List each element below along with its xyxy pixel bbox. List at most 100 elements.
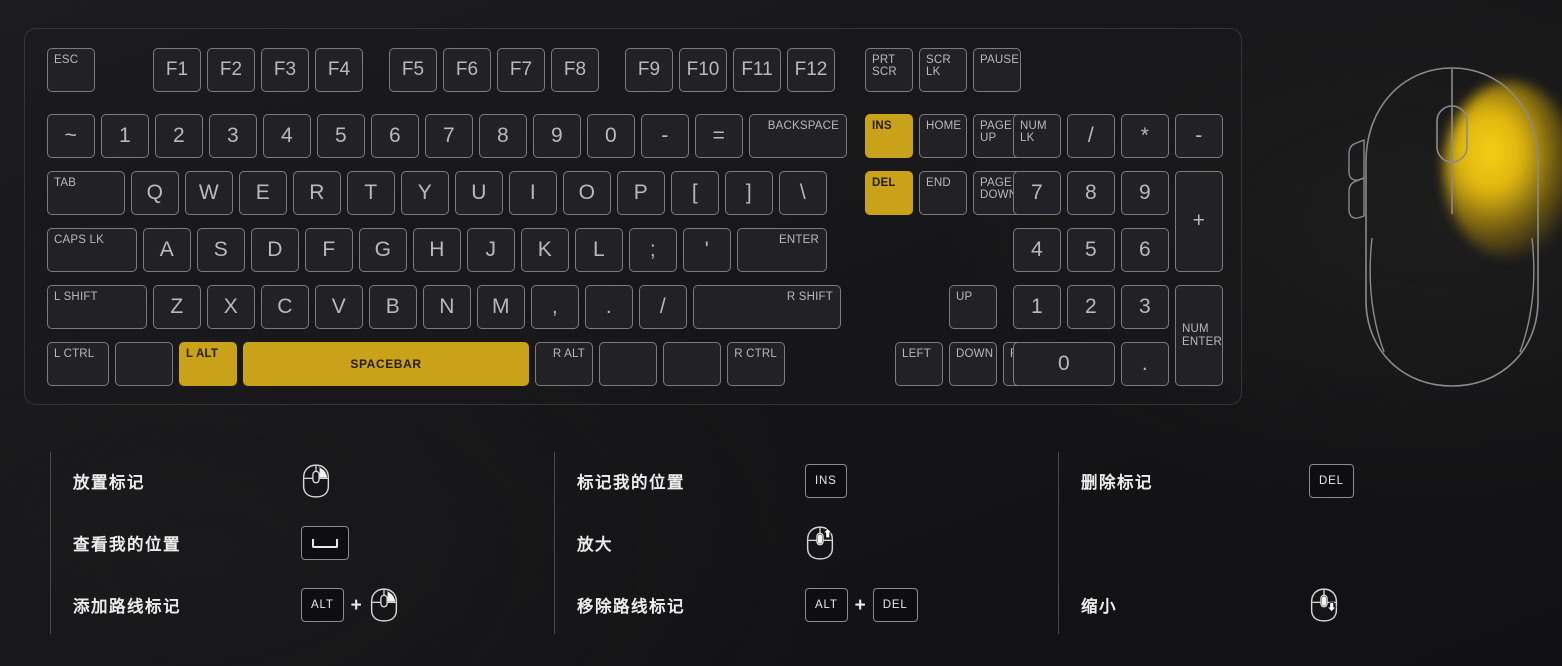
key-numpad-9[interactable]: 9 <box>1121 171 1169 215</box>
key-f[interactable]: F <box>305 228 353 272</box>
key-0[interactable]: 0 <box>587 114 635 158</box>
key-u[interactable]: U <box>455 171 503 215</box>
key-1[interactable]: 1 <box>101 114 149 158</box>
key-i[interactable]: I <box>509 171 557 215</box>
key-fn-right[interactable] <box>599 342 657 386</box>
mouse-scroll-down-icon[interactable] <box>1309 587 1339 623</box>
key-b[interactable]: B <box>369 285 417 329</box>
key-left[interactable]: LEFT <box>895 342 943 386</box>
key-3[interactable]: 3 <box>209 114 257 158</box>
key-del[interactable]: DEL <box>865 171 913 215</box>
key-numpad-3[interactable]: 3 <box>1121 285 1169 329</box>
key-numpad-decimal[interactable]: . <box>1121 342 1169 386</box>
key-r-ctrl[interactable]: R CTRL <box>727 342 785 386</box>
mouse-right-click-icon[interactable] <box>369 587 399 623</box>
key-l[interactable]: L <box>575 228 623 272</box>
key-f10[interactable]: F10 <box>679 48 727 92</box>
key-caps-lk[interactable]: CAPS LK <box>47 228 137 272</box>
key-f12[interactable]: F12 <box>787 48 835 92</box>
key-blank-11[interactable]: - <box>641 114 689 158</box>
key-num-lk[interactable]: NUM LK <box>1013 114 1061 158</box>
key-f3[interactable]: F3 <box>261 48 309 92</box>
key-r-shift[interactable]: R SHIFT <box>693 285 841 329</box>
key-f2[interactable]: F2 <box>207 48 255 92</box>
key-blank-10[interactable]: / <box>639 285 687 329</box>
legend-key-badge[interactable]: ALT <box>805 588 848 622</box>
key-g[interactable]: G <box>359 228 407 272</box>
key-f1[interactable]: F1 <box>153 48 201 92</box>
key-blank-9[interactable]: . <box>585 285 633 329</box>
key-down[interactable]: DOWN <box>949 342 997 386</box>
key-y[interactable]: Y <box>401 171 449 215</box>
key-numpad-2[interactable]: 2 <box>1067 285 1115 329</box>
key-blank-13[interactable]: \ <box>779 171 827 215</box>
key-blank-8[interactable]: , <box>531 285 579 329</box>
key-numpad-5[interactable]: 5 <box>1067 228 1115 272</box>
key-backspace[interactable]: BACKSPACE <box>749 114 847 158</box>
mouse-scroll-up-icon[interactable] <box>805 525 835 561</box>
key-numpad-minus[interactable]: - <box>1175 114 1223 158</box>
key-n[interactable]: N <box>423 285 471 329</box>
key-2[interactable]: 2 <box>155 114 203 158</box>
key-esc[interactable]: ESC <box>47 48 95 92</box>
key-k[interactable]: K <box>521 228 569 272</box>
key-f11[interactable]: F11 <box>733 48 781 92</box>
key-6[interactable]: 6 <box>371 114 419 158</box>
key-f9[interactable]: F9 <box>625 48 673 92</box>
key-numpad-plus[interactable]: + <box>1175 171 1223 272</box>
key-r[interactable]: R <box>293 171 341 215</box>
key-numpad-divide[interactable]: / <box>1067 114 1115 158</box>
key-up[interactable]: UP <box>949 285 997 329</box>
key-f8[interactable]: F8 <box>551 48 599 92</box>
key-numpad-7[interactable]: 7 <box>1013 171 1061 215</box>
key-w[interactable]: W <box>185 171 233 215</box>
key-ins[interactable]: INS <box>865 114 913 158</box>
key-blank-11[interactable]: ' <box>683 228 731 272</box>
key-l-shift[interactable]: L SHIFT <box>47 285 147 329</box>
key-s[interactable]: S <box>197 228 245 272</box>
legend-key-badge[interactable]: DEL <box>1309 464 1354 498</box>
key-blank-12[interactable]: ] <box>725 171 773 215</box>
key-scr-lk[interactable]: SCR LK <box>919 48 967 92</box>
key-5[interactable]: 5 <box>317 114 365 158</box>
key-o[interactable]: O <box>563 171 611 215</box>
key-numpad-4[interactable]: 4 <box>1013 228 1061 272</box>
key-e[interactable]: E <box>239 171 287 215</box>
key-m[interactable]: M <box>477 285 525 329</box>
key-blank-12[interactable]: = <box>695 114 743 158</box>
legend-key-badge[interactable]: DEL <box>872 588 918 622</box>
key-enter[interactable]: ENTER <box>737 228 827 272</box>
key-home[interactable]: HOME <box>919 114 967 158</box>
key-h[interactable]: H <box>413 228 461 272</box>
key-numpad-multiply[interactable]: * <box>1121 114 1169 158</box>
key-menu-right[interactable] <box>663 342 721 386</box>
key-t[interactable]: T <box>347 171 395 215</box>
key-blank-0[interactable]: ~ <box>47 114 95 158</box>
key-blank-10[interactable]: ; <box>629 228 677 272</box>
key-a[interactable]: A <box>143 228 191 272</box>
key-9[interactable]: 9 <box>533 114 581 158</box>
key-7[interactable]: 7 <box>425 114 473 158</box>
key-z[interactable]: Z <box>153 285 201 329</box>
key-numpad-0[interactable]: 0 <box>1013 342 1115 386</box>
legend-key-badge[interactable]: INS <box>805 464 847 498</box>
key-q[interactable]: Q <box>131 171 179 215</box>
spacebar-key-icon[interactable] <box>301 526 349 560</box>
key-v[interactable]: V <box>315 285 363 329</box>
key-numpad-8[interactable]: 8 <box>1067 171 1115 215</box>
key-f5[interactable]: F5 <box>389 48 437 92</box>
key-pause[interactable]: PAUSE <box>973 48 1021 92</box>
key-l-alt[interactable]: L ALT <box>179 342 237 386</box>
key-f4[interactable]: F4 <box>315 48 363 92</box>
key-j[interactable]: J <box>467 228 515 272</box>
key-d[interactable]: D <box>251 228 299 272</box>
key-numpad-6[interactable]: 6 <box>1121 228 1169 272</box>
mouse-right-click-icon[interactable] <box>301 463 331 499</box>
key-l-ctrl[interactable]: L CTRL <box>47 342 109 386</box>
legend-key-badge[interactable]: ALT <box>301 588 344 622</box>
key-spacebar[interactable]: SPACEBAR <box>243 342 529 386</box>
key-f6[interactable]: F6 <box>443 48 491 92</box>
key-blank-11[interactable]: [ <box>671 171 719 215</box>
key-tab[interactable]: TAB <box>47 171 125 215</box>
key-end[interactable]: END <box>919 171 967 215</box>
